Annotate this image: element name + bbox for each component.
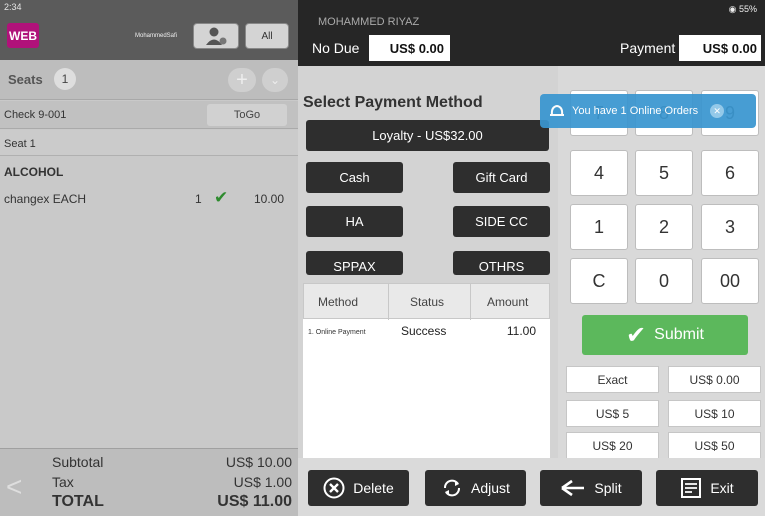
checkmark-icon: ✔ bbox=[626, 321, 647, 349]
payment-value[interactable]: US$ 0.00 bbox=[679, 35, 761, 61]
back-arrow-icon[interactable]: < bbox=[6, 471, 22, 503]
payment-method-panel: Select Payment Method Loyalty - US$32.00… bbox=[298, 66, 558, 458]
payments-table: Method Status Amount 1. Online Payment S… bbox=[303, 283, 550, 458]
key-3[interactable]: 3 bbox=[701, 204, 759, 250]
togo-button[interactable]: ToGo bbox=[207, 104, 287, 126]
check-row: Check 9-001 ToGo bbox=[0, 101, 298, 129]
column-divider bbox=[388, 284, 389, 320]
key-2[interactable]: 2 bbox=[635, 204, 693, 250]
status-time: 2:34 bbox=[4, 2, 22, 12]
row-method: 1. Online Payment bbox=[308, 329, 366, 336]
payments-table-header: Method Status Amount bbox=[303, 283, 550, 320]
tax-label: Tax bbox=[52, 474, 74, 490]
split-button[interactable]: Split bbox=[540, 470, 642, 506]
quick-amount-0[interactable]: US$ 0.00 bbox=[668, 366, 761, 393]
adjust-button[interactable]: Adjust bbox=[425, 470, 526, 506]
key-6[interactable]: 6 bbox=[701, 150, 759, 196]
split-icon bbox=[561, 479, 585, 497]
exit-button[interactable]: Exit bbox=[656, 470, 758, 506]
delete-label: Delete bbox=[353, 480, 394, 496]
quick-amount-50[interactable]: US$ 50 bbox=[668, 432, 761, 459]
quick-amount-10[interactable]: US$ 10 bbox=[668, 400, 761, 427]
row-status: Success bbox=[401, 324, 447, 338]
seats-row: Seats 1 + ⌄ bbox=[0, 60, 298, 100]
left-top-bar: 2:34 WEB MohammedSafi All bbox=[0, 0, 298, 60]
side-cc-button[interactable]: SIDE CC bbox=[453, 206, 550, 237]
total-value: US$ 11.00 bbox=[217, 493, 292, 510]
exit-label: Exit bbox=[710, 480, 734, 496]
check-number: Check 9-001 bbox=[4, 109, 67, 121]
tax-value: US$ 1.00 bbox=[233, 474, 292, 490]
exact-button[interactable]: Exact bbox=[566, 366, 659, 393]
delete-icon bbox=[323, 477, 345, 499]
col-method: Method bbox=[318, 295, 359, 309]
close-icon[interactable]: ✕ bbox=[710, 104, 725, 118]
user-gear-icon bbox=[206, 27, 227, 45]
checkmark-icon: ✔ bbox=[214, 188, 229, 207]
loyalty-button[interactable]: Loyalty - US$32.00 bbox=[306, 120, 549, 151]
subtotal-value: US$ 10.00 bbox=[225, 454, 292, 470]
submit-label: Submit bbox=[654, 326, 704, 343]
subtotal-label: Subtotal bbox=[52, 454, 104, 470]
bottom-action-bar: Delete Adjust Split Exit bbox=[298, 458, 765, 516]
payment-method-title: Select Payment Method bbox=[303, 94, 483, 111]
gift-card-button[interactable]: Gift Card bbox=[453, 162, 550, 193]
total-label: TOTAL bbox=[52, 493, 104, 510]
category-row: ALCOHOL bbox=[0, 157, 298, 183]
hat-icon bbox=[550, 104, 564, 116]
status-indicators: ◉ 55% bbox=[728, 4, 757, 14]
order-panel: 2:34 WEB MohammedSafi All Seats 1 + ⌄ Ch… bbox=[0, 0, 298, 516]
payment-label: Payment bbox=[620, 40, 676, 56]
key-00[interactable]: 00 bbox=[701, 258, 759, 304]
col-status: Status bbox=[410, 295, 445, 309]
refresh-icon bbox=[444, 479, 461, 497]
delete-button[interactable]: Delete bbox=[308, 470, 409, 506]
online-orders-toast[interactable]: You have 1 Online Orders ✕ bbox=[540, 94, 756, 128]
cash-button[interactable]: Cash bbox=[306, 162, 403, 193]
user-name: MohammedSafi bbox=[135, 33, 178, 39]
table-row[interactable]: 1. Online Payment Success 11.00 bbox=[303, 319, 550, 343]
column-divider bbox=[470, 284, 471, 320]
category-label: ALCOHOL bbox=[4, 165, 64, 179]
receipt-icon bbox=[681, 478, 702, 498]
adjust-label: Adjust bbox=[471, 480, 510, 496]
add-seat-button[interactable]: + bbox=[228, 68, 256, 92]
no-due-label: No Due bbox=[312, 40, 360, 56]
key-1[interactable]: 1 bbox=[570, 204, 628, 250]
user-settings-button[interactable] bbox=[193, 23, 239, 49]
seat-label: Seat 1 bbox=[4, 138, 36, 150]
toast-text: You have 1 Online Orders bbox=[572, 105, 699, 117]
all-button[interactable]: All bbox=[245, 23, 289, 49]
quick-amount-20[interactable]: US$ 20 bbox=[566, 432, 659, 459]
no-due-value: US$ 0.00 bbox=[369, 35, 450, 61]
sppax-button[interactable]: SPPAX bbox=[306, 251, 403, 275]
key-4[interactable]: 4 bbox=[570, 150, 628, 196]
col-amount: Amount bbox=[487, 295, 529, 309]
row-amount: 11.00 bbox=[506, 324, 536, 338]
payment-header: MOHAMMED RIYAZ ◉ 55% No Due US$ 0.00 Pay… bbox=[298, 0, 765, 66]
othrs-button[interactable]: OTHRS bbox=[453, 251, 550, 275]
ha-button[interactable]: HA bbox=[306, 206, 403, 237]
quick-amount-5[interactable]: US$ 5 bbox=[566, 400, 659, 427]
seats-count-badge[interactable]: 1 bbox=[54, 68, 76, 90]
key-0[interactable]: 0 bbox=[635, 258, 693, 304]
chevron-down-icon[interactable]: ⌄ bbox=[262, 68, 288, 92]
server-name: MOHAMMED RIYAZ bbox=[318, 16, 420, 28]
submit-button[interactable]: ✔ Submit bbox=[582, 315, 748, 355]
order-item[interactable]: changex EACH 1 ✔ 10.00 bbox=[0, 184, 298, 212]
item-name: changex EACH bbox=[4, 192, 87, 206]
web-logo[interactable]: WEB bbox=[7, 23, 39, 48]
totals-panel: < Subtotal US$ 10.00 Tax US$ 1.00 TOTAL … bbox=[0, 448, 298, 516]
item-price: 10.00 bbox=[254, 192, 285, 206]
key-clear[interactable]: C bbox=[570, 258, 628, 304]
seat-row[interactable]: Seat 1 bbox=[0, 130, 298, 156]
key-5[interactable]: 5 bbox=[635, 150, 693, 196]
split-label: Split bbox=[594, 480, 622, 496]
seats-label: Seats bbox=[8, 72, 43, 87]
item-qty: 1 bbox=[195, 192, 202, 206]
